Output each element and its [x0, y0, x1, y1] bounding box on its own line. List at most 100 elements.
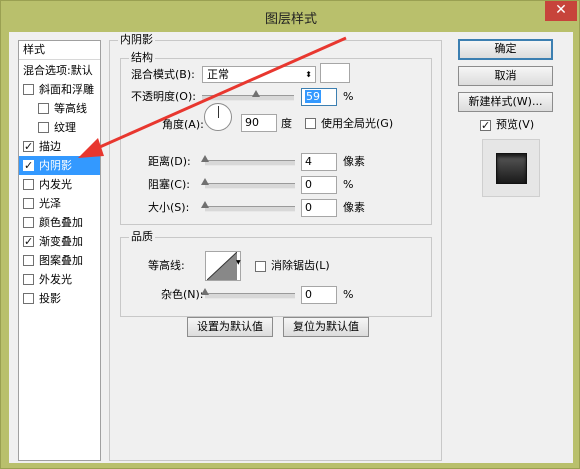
opacity-value: 59 [305, 90, 321, 103]
inner-shadow-group: 内阴影 结构 混合模式(B): 正常 ⬍ 不透明度(O): 59 % 角度(A)… [109, 34, 442, 461]
choke-input[interactable]: 0 [301, 176, 337, 194]
style-item[interactable]: 图案叠加 [19, 251, 100, 270]
choke-value: 0 [305, 178, 312, 191]
style-item-checkbox[interactable] [23, 198, 34, 209]
blend-mode-label: 混合模式(B): [131, 68, 195, 81]
opacity-unit: % [343, 90, 354, 103]
style-item[interactable]: ✓ 渐变叠加 [19, 232, 100, 251]
style-item-label: 投影 [39, 292, 61, 305]
size-slider-thumb[interactable] [201, 201, 209, 208]
style-item-label: 光泽 [39, 197, 61, 210]
style-item[interactable]: ✓ 描边 [19, 137, 100, 156]
choke-slider-thumb[interactable] [201, 178, 209, 185]
style-item[interactable]: 颜色叠加 [19, 213, 100, 232]
style-item[interactable]: 斜面和浮雕 [19, 80, 100, 99]
opacity-slider[interactable] [202, 90, 294, 101]
size-label: 大小(S): [148, 201, 190, 214]
choke-unit: % [343, 178, 354, 191]
style-item-checkbox[interactable] [38, 122, 49, 133]
opacity-input[interactable]: 59 [301, 88, 337, 106]
style-item-label: 内发光 [39, 178, 72, 191]
structure-group: 结构 混合模式(B): 正常 ⬍ 不透明度(O): 59 % 角度(A): 90… [120, 52, 432, 225]
reset-default-button[interactable]: 复位为默认值 [283, 317, 369, 337]
structure-title: 结构 [129, 51, 155, 64]
style-item[interactable]: 光泽 [19, 194, 100, 213]
quality-title: 品质 [129, 230, 155, 243]
noise-slider[interactable] [201, 288, 295, 299]
choke-slider[interactable] [201, 178, 295, 189]
style-item-label: 混合选项:默认 [23, 64, 93, 77]
contour-picker[interactable]: ▼ [205, 251, 241, 281]
style-item[interactable]: 投影 [19, 289, 100, 308]
distance-input[interactable]: 4 [301, 153, 337, 171]
updown-icon: ⬍ [305, 70, 312, 79]
style-item-checkbox[interactable] [23, 293, 34, 304]
shadow-color-swatch[interactable] [320, 63, 350, 83]
style-item-checkbox[interactable]: ✓ [23, 160, 34, 171]
make-default-button[interactable]: 设置为默认值 [187, 317, 273, 337]
style-item-checkbox[interactable] [23, 179, 34, 190]
style-item[interactable]: 内发光 [19, 175, 100, 194]
angle-dial-needle [218, 106, 219, 118]
title-bar[interactable]: 图层样式 ✕ [1, 1, 580, 31]
styles-header[interactable]: 样式 [19, 41, 100, 60]
angle-unit: 度 [281, 117, 292, 130]
contour-linear-icon [207, 252, 237, 280]
antialias-label[interactable]: 消除锯齿(L) [271, 259, 330, 273]
style-item-label: 内阴影 [39, 159, 72, 172]
close-button[interactable]: ✕ [545, 1, 577, 21]
size-slider[interactable] [201, 201, 295, 212]
size-unit: 像素 [343, 201, 365, 214]
opacity-label: 不透明度(O): [131, 90, 196, 103]
angle-dial[interactable] [204, 103, 232, 131]
angle-value: 90 [245, 116, 259, 129]
size-input[interactable]: 0 [301, 199, 337, 217]
angle-input[interactable]: 90 [241, 114, 277, 132]
preview-checkbox[interactable]: ✓ [480, 120, 491, 131]
global-light-label[interactable]: 使用全局光(G) [321, 117, 393, 131]
antialias-checkbox[interactable] [255, 261, 266, 272]
dialog-client-area: 样式 混合选项:默认斜面和浮雕等高线纹理 ✓ 描边 ✓ 内阴影内发光光泽颜色叠加 ✓ 渐变叠… [9, 32, 573, 463]
layer-style-dialog: 图层样式 ✕ 样式 混合选项:默认斜面和浮雕等高线纹理 ✓ 描边 ✓ 内阴影内发光光泽颜… [0, 0, 580, 469]
style-item-checkbox[interactable] [23, 274, 34, 285]
style-item-checkbox[interactable] [23, 217, 34, 228]
style-item[interactable]: ✓ 内阴影 [19, 156, 100, 175]
global-light-checkbox[interactable] [305, 118, 316, 129]
noise-input[interactable]: 0 [301, 286, 337, 304]
distance-slider-thumb[interactable] [201, 155, 209, 162]
style-item-checkbox[interactable] [23, 255, 34, 266]
size-value: 0 [305, 201, 312, 214]
styles-list: 样式 混合选项:默认斜面和浮雕等高线纹理 ✓ 描边 ✓ 内阴影内发光光泽颜色叠加 ✓ 渐变叠… [18, 40, 101, 461]
style-item-label: 斜面和浮雕 [39, 83, 94, 96]
noise-slider-thumb[interactable] [201, 288, 209, 295]
blend-mode-select[interactable]: 正常 ⬍ [202, 66, 316, 83]
style-item-label: 描边 [39, 140, 61, 153]
distance-value: 4 [305, 155, 312, 168]
cancel-button[interactable]: 取消 [458, 66, 553, 86]
chevron-down-icon: ▼ [236, 259, 241, 266]
new-style-button[interactable]: 新建样式(W)... [458, 92, 553, 112]
distance-label: 距离(D): [148, 155, 191, 168]
style-item-checkbox[interactable]: ✓ [23, 141, 34, 152]
style-item-checkbox[interactable]: ✓ [23, 236, 34, 247]
distance-unit: 像素 [343, 155, 365, 168]
choke-label: 阻塞(C): [148, 178, 190, 191]
opacity-slider-thumb[interactable] [252, 90, 261, 97]
noise-label: 杂色(N): [161, 288, 204, 301]
inner-shadow-title: 内阴影 [118, 33, 155, 46]
style-item[interactable]: 等高线 [19, 99, 100, 118]
style-item-label: 纹理 [54, 121, 76, 134]
ok-button[interactable]: 确定 [458, 39, 553, 60]
distance-slider[interactable] [201, 155, 295, 166]
style-item-checkbox[interactable] [23, 84, 34, 95]
preview-thumbnail [482, 139, 540, 197]
style-item-label: 渐变叠加 [39, 235, 83, 248]
style-item[interactable]: 混合选项:默认 [19, 61, 100, 80]
noise-value: 0 [305, 288, 312, 301]
preview-label[interactable]: 预览(V) [496, 118, 534, 132]
style-item-checkbox[interactable] [38, 103, 49, 114]
quality-group: 品质 等高线: ▼ 消除锯齿(L) 杂色(N): 0 % [120, 231, 432, 317]
style-item[interactable]: 纹理 [19, 118, 100, 137]
preview-swatch [496, 153, 527, 184]
style-item[interactable]: 外发光 [19, 270, 100, 289]
